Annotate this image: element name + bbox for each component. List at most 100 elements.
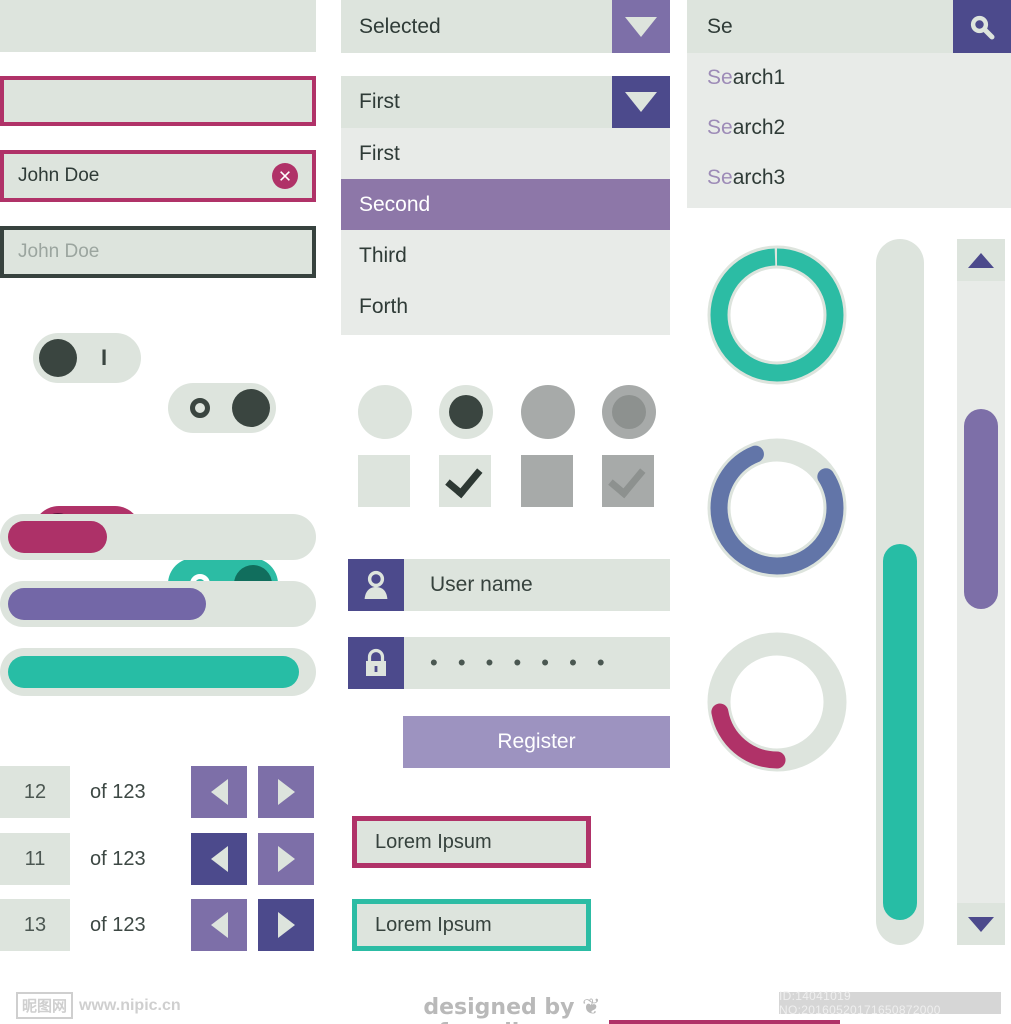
search-suggestion-2[interactable]: Se arch2 [687,103,1011,153]
teal-progress-track[interactable] [0,648,316,696]
scrollbar-down-button[interactable] [957,903,1005,945]
watermark-nipic: 昵图网 www.nipic.cn [16,992,181,1019]
username-value: User name [430,573,533,596]
watermark-freepik: designed by ❦ freepik.com [423,995,601,1024]
dropdown-collapsed-value: Selected [359,14,441,38]
close-circle-icon[interactable] [272,163,298,189]
checkbox-checked[interactable] [439,455,491,507]
pagination-prev-button[interactable] [191,766,247,818]
password-field-row[interactable]: • • • • • • • [348,637,670,689]
triangle-right-icon [277,846,295,872]
radio-disabled-empty [521,385,575,439]
dropdown-collapsed[interactable]: Selected [341,0,670,53]
toggle-neutral-off[interactable] [168,383,276,433]
search-suggestion-match: Se [707,66,733,89]
search-suggestion-list: Se arch1 Se arch2 Se arch3 [687,53,1011,208]
radio-checked[interactable] [439,385,493,439]
approved-validation-input-inner[interactable]: Lorem Ipsum [357,904,586,946]
radio-dot [449,395,483,429]
disabled-input: John Doe [0,226,316,278]
error-validation-input-inner[interactable]: Lorem Ipsum [357,821,586,863]
pink-progress-track[interactable] [0,514,316,560]
password-input[interactable]: • • • • • • • [404,637,670,689]
pagination-page-number[interactable]: 13 [0,899,70,951]
pagination-prev-button[interactable] [191,899,247,951]
toggle-neutral-on[interactable]: I [33,333,141,383]
checkbox-disabled-checked [602,455,654,507]
purple-progress-track[interactable] [0,581,316,627]
chevron-down-icon[interactable] [612,0,670,53]
approved-validation-value: Lorem Ipsum [375,913,492,936]
dropdown-expanded-value: First [359,90,400,113]
teal-scrollbar-track[interactable] [876,239,924,945]
search-bar[interactable]: Se [687,0,1011,53]
dropdown-option-third[interactable]: Third [341,230,670,281]
pagination-total-label: of 123 [90,780,146,803]
dropdown-option-first[interactable]: First [341,128,670,179]
scrollbar-channel[interactable] [957,281,1005,903]
pagination-page-number[interactable]: 12 [0,766,70,818]
checkbox-empty[interactable] [358,455,410,507]
scrollbar-up-button[interactable] [957,239,1005,281]
pagination-page-value: 11 [24,847,46,870]
toggle-mark-on: I [100,345,108,370]
dropdown-option-second[interactable]: Second [341,179,670,230]
pagination-total-label: of 123 [90,847,146,870]
pagination-page-number[interactable]: 11 [0,833,70,885]
dropdown-option-forth[interactable]: Forth [341,281,670,332]
check-icon [607,458,645,498]
radio-empty[interactable] [358,385,412,439]
search-suggestion-1[interactable]: Se arch1 [687,53,1011,103]
check-icon [444,458,482,498]
user-icon [348,559,404,611]
register-button[interactable]: Register [403,716,670,768]
watermark-id: ID:14041019 NO:20160520171650872000 [779,989,1001,1017]
purple-scrollbar-thumb[interactable] [964,409,998,609]
pink-progress-ring [707,632,847,772]
pink-progress-fill [8,521,107,553]
pagination-next-button[interactable] [258,766,314,818]
error-filled-input[interactable]: John Doe [0,150,316,202]
dropdown-option-list: First Second Third Forth [341,128,670,335]
error-validation-value: Lorem Ipsum [375,830,492,853]
teal-progress-ring [707,245,847,385]
search-suggestion-rest: arch2 [732,116,786,139]
plain-text-input[interactable] [0,0,316,52]
search-suggestion-3[interactable]: Se arch3 [687,153,1011,203]
chevron-down-icon[interactable] [612,76,670,128]
search-suggestion-match: Se [707,116,733,139]
triangle-left-icon [210,846,228,872]
pagination-next-button-active[interactable] [258,899,314,951]
triangle-left-icon [210,779,228,805]
radio-dot [612,395,646,429]
triangle-right-icon [277,912,295,938]
error-empty-input-inner[interactable] [4,80,312,122]
teal-scrollbar-thumb[interactable] [883,544,917,920]
search-input[interactable]: Se [687,0,953,53]
pagination-next-button[interactable] [258,833,314,885]
lock-icon [348,637,404,689]
username-input[interactable]: User name [404,559,670,611]
search-suggestion-match: Se [707,166,733,189]
pagination-prev-button-active[interactable] [191,833,247,885]
error-empty-input[interactable] [0,76,316,126]
pagination-page-value: 12 [23,780,47,803]
checkbox-disabled-empty [521,455,573,507]
purple-scrollbar-track[interactable] [957,239,1005,945]
radio-disabled-checked [602,385,656,439]
dropdown-expanded-head[interactable]: First [341,76,670,128]
error-filled-input-inner[interactable]: John Doe [4,154,312,198]
toggle-mark-off [190,398,210,418]
triangle-down-icon [968,916,994,932]
toggle-knob [232,389,270,427]
blue-progress-ring [707,438,847,578]
search-button[interactable] [953,0,1011,53]
toggle-knob [39,339,77,377]
error-validation-input[interactable]: Lorem Ipsum [352,816,591,868]
register-button-label: Register [497,730,576,753]
pagination-total-label: of 123 [90,913,146,936]
search-query-value: Se [707,14,733,38]
search-suggestion-rest: arch1 [732,66,786,89]
approved-validation-input[interactable]: Lorem Ipsum [352,899,591,951]
username-field-row[interactable]: User name [348,559,670,611]
